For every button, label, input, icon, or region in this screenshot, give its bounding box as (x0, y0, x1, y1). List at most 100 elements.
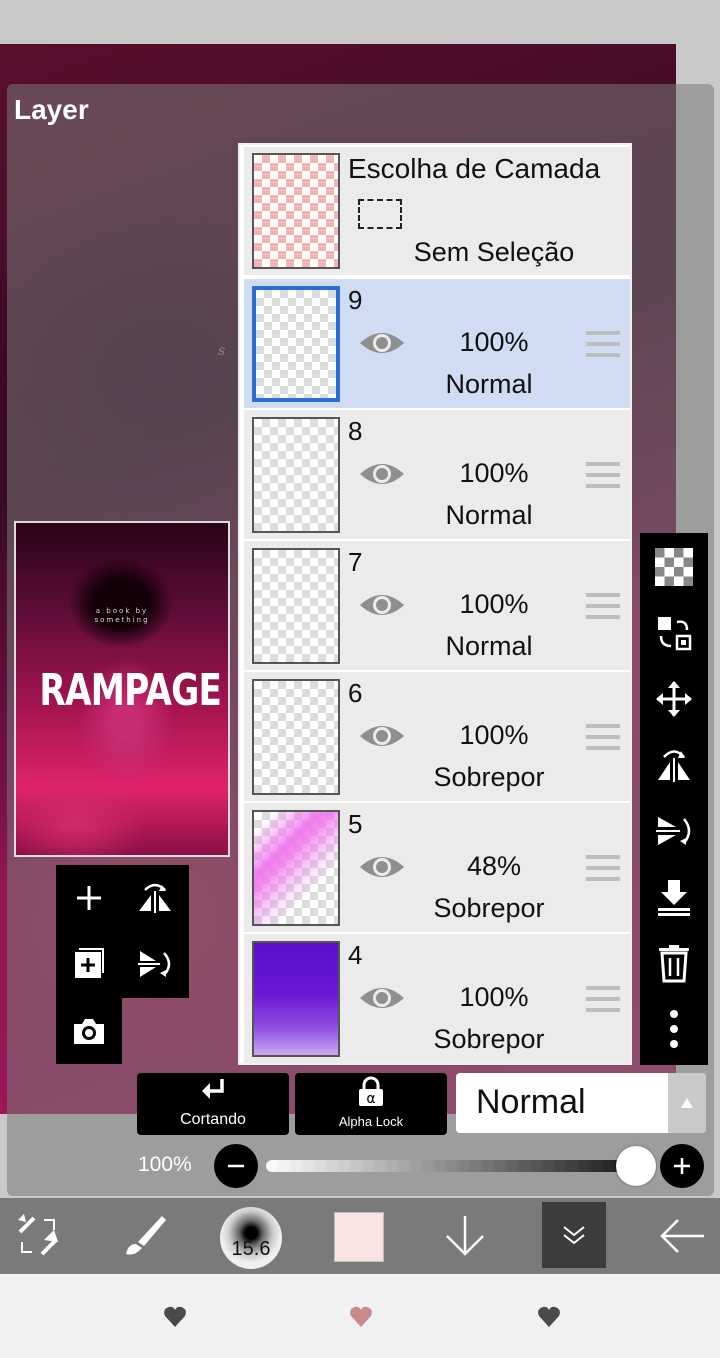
layer-opacity: 48% (466, 851, 522, 881)
layer-thumbnail (252, 810, 340, 926)
layer-number: 4 (348, 940, 363, 970)
layer-opacity: 100% (459, 982, 529, 1012)
drag-handle-icon[interactable] (586, 724, 620, 750)
layer-number: 7 (348, 547, 363, 577)
clipping-button[interactable]: Cortando (137, 1073, 289, 1135)
opacity-slider-handle[interactable] (616, 1146, 656, 1186)
flip-vertical-icon (656, 817, 691, 845)
layer-thumbnail (252, 679, 340, 795)
visibility-eye-icon[interactable] (358, 327, 406, 359)
layer-thumbnail (252, 548, 340, 664)
minus-icon (228, 1164, 244, 1168)
flip-horizontal-right-button[interactable] (650, 741, 698, 789)
merge-down-button[interactable] (650, 873, 698, 921)
blend-mode-value: Normal (476, 1083, 586, 1121)
color-swatch[interactable] (334, 1212, 384, 1262)
preview-byline-2: something (94, 616, 150, 624)
arrow-down-icon (446, 1216, 484, 1256)
checkerboard-icon (655, 548, 693, 586)
camera-button[interactable] (59, 1001, 119, 1061)
layer-number: 5 (348, 809, 363, 839)
layer-blend-mode: Sobrepor (433, 1024, 545, 1054)
visibility-eye-icon[interactable] (358, 589, 406, 621)
opacity-decrease-button[interactable] (214, 1144, 258, 1188)
layer-actions-bar (640, 533, 708, 1065)
layer-list[interactable]: Escolha de Camada Sem Seleção 9 100% Nor… (238, 143, 632, 1065)
arrow-left-icon (660, 1219, 704, 1253)
alpha-lock-button[interactable]: α Alpha Lock (295, 1073, 447, 1135)
opacity-increase-button[interactable] (660, 1144, 704, 1188)
chevron-double-down-icon (563, 1226, 585, 1245)
flip-vertical-right-button[interactable] (650, 807, 698, 855)
brush-size-value: 15.6 (231, 1238, 271, 1260)
flip-vertical-icon (138, 951, 171, 977)
panel-title: Layer (14, 94, 89, 125)
drag-handle-icon[interactable] (586, 462, 620, 488)
selection-layer-row[interactable]: Escolha de Camada Sem Seleção (244, 147, 630, 275)
download-arrow-icon (658, 880, 690, 916)
heart-icon[interactable] (537, 1306, 561, 1328)
swap-layer-button[interactable] (650, 609, 698, 657)
transparency-button[interactable] (650, 543, 698, 591)
brush-icon (126, 1216, 166, 1255)
camera-icon (74, 1019, 104, 1044)
move-down-button[interactable] (429, 1198, 501, 1274)
layer-blend-mode: Normal (445, 369, 533, 399)
layer-thumbnail (252, 941, 340, 1057)
layer-blend-mode: Sobrepor (433, 762, 545, 792)
flip-vertical-button[interactable] (125, 934, 185, 994)
plus-icon (77, 886, 101, 910)
layer-opacity: 100% (459, 458, 529, 488)
visibility-eye-icon[interactable] (358, 851, 406, 883)
selection-marquee-icon (358, 199, 402, 229)
transform-tool-button[interactable] (2, 1198, 74, 1274)
plus-icon (674, 1158, 690, 1174)
layer-row[interactable]: 5 48% Sobrepor (244, 803, 630, 932)
layer-row[interactable]: 6 100% Sobrepor (244, 672, 630, 801)
layer-thumbnail (252, 417, 340, 533)
visibility-eye-icon[interactable] (358, 458, 406, 490)
layer-row[interactable]: 9 100% Normal (244, 279, 630, 408)
move-button[interactable] (650, 675, 698, 723)
opacity-slider[interactable] (266, 1160, 636, 1172)
drag-handle-icon[interactable] (586, 593, 620, 619)
layer-row[interactable]: 4 100% Sobrepor (244, 934, 630, 1063)
clipping-label: Cortando (180, 1111, 246, 1128)
canvas-preview[interactable]: a book by something RAMPAGE (14, 521, 230, 857)
layer-blend-mode: Normal (445, 500, 533, 530)
drag-handle-icon[interactable] (586, 986, 620, 1012)
heart-icon[interactable] (163, 1306, 187, 1328)
flip-horizontal-button[interactable] (125, 868, 185, 928)
layer-number: 9 (348, 285, 363, 315)
add-layer-button[interactable] (59, 868, 119, 928)
move-arrows-icon (656, 681, 692, 717)
heart-icon[interactable] (349, 1306, 373, 1328)
layer-opacity: 100% (459, 589, 529, 619)
back-button[interactable] (646, 1198, 718, 1274)
drag-handle-icon[interactable] (586, 331, 620, 357)
drag-handle-icon[interactable] (586, 855, 620, 881)
opacity-label: 100% (138, 1153, 192, 1176)
layer-row[interactable]: 7 100% Normal (244, 541, 630, 670)
layer-panel-toggle-button[interactable] (542, 1202, 606, 1268)
more-options-button[interactable] (650, 1005, 698, 1053)
blend-mode-select[interactable]: Normal (456, 1073, 706, 1133)
flip-horizontal-icon (139, 883, 171, 913)
alpha-lock-icon: α (359, 1076, 383, 1107)
svg-text:α: α (366, 1091, 375, 1107)
selection-status: Sem Seleção (413, 237, 575, 267)
triangle-up-icon (681, 1098, 693, 1108)
brush-tool-button[interactable] (108, 1198, 180, 1274)
transform-arrows-icon (18, 1214, 58, 1256)
visibility-eye-icon[interactable] (358, 982, 406, 1014)
layer-number: 8 (348, 416, 363, 446)
blend-mode-dropdown-arrow[interactable] (668, 1073, 706, 1133)
swap-icon (658, 617, 692, 651)
selection-layer-thumbnail (252, 153, 340, 269)
add-copy-layer-button[interactable] (59, 934, 119, 994)
delete-layer-button[interactable] (650, 939, 698, 987)
visibility-eye-icon[interactable] (358, 720, 406, 752)
more-vertical-icon (670, 1010, 678, 1048)
layer-row[interactable]: 8 100% Normal (244, 410, 630, 539)
layer-opacity: 100% (459, 327, 529, 357)
